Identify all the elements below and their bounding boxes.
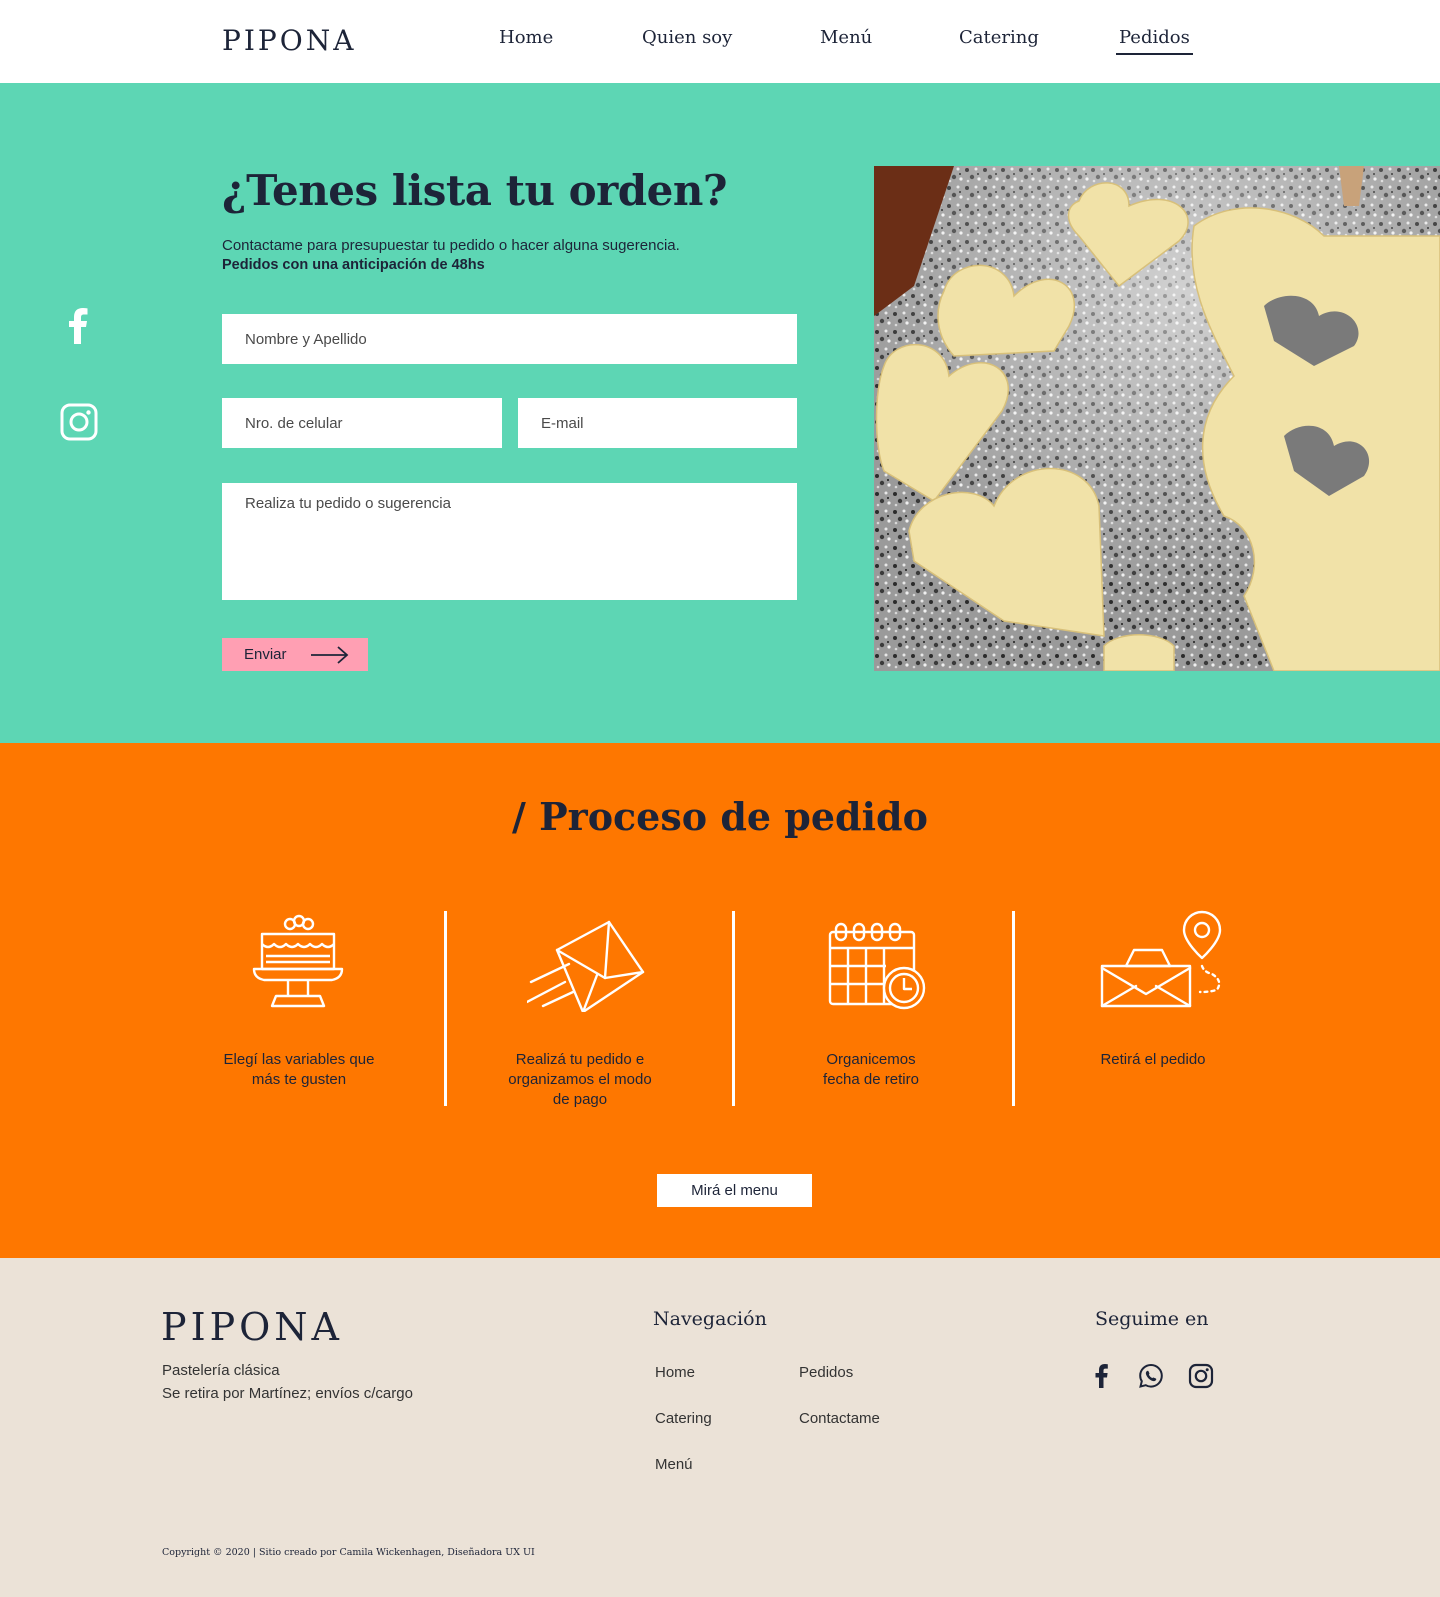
hero-lead-time: Pedidos con una anticipación de 48hs bbox=[222, 257, 485, 273]
step-divider bbox=[732, 911, 735, 1106]
instagram-icon[interactable] bbox=[1188, 1363, 1214, 1389]
step-2-line2: organizamos el modo bbox=[508, 1071, 652, 1088]
site-logo[interactable]: PIPONA bbox=[222, 24, 356, 57]
copyright-text: Copyright © 2020 | Sitio creado por Cami… bbox=[162, 1547, 535, 1558]
step-1-line2: más te gusten bbox=[251, 1071, 347, 1088]
cake-stand-icon bbox=[252, 914, 344, 1008]
phone-field[interactable] bbox=[222, 398, 502, 448]
step-2-label: Realizá tu pedido e organizamos el modo … bbox=[480, 1050, 680, 1110]
arrow-right-icon bbox=[311, 646, 349, 664]
step-divider bbox=[1012, 911, 1015, 1106]
step-2-line3: de pago bbox=[552, 1091, 608, 1108]
nav-quien-soy[interactable]: Quien soy bbox=[642, 27, 732, 48]
step-3-line2: fecha de retiro bbox=[823, 1071, 919, 1088]
email-field[interactable] bbox=[518, 398, 797, 448]
step-divider bbox=[444, 911, 447, 1106]
step-1-line1: Elegí las variables que bbox=[223, 1051, 375, 1068]
step-3-line1: Organicemos bbox=[826, 1051, 916, 1068]
footer-social-heading: Seguime en bbox=[1095, 1308, 1209, 1330]
nav-catering[interactable]: Catering bbox=[959, 27, 1039, 48]
flying-envelope-icon bbox=[527, 920, 645, 1012]
footer-link-pedidos[interactable]: Pedidos bbox=[799, 1364, 853, 1381]
whatsapp-icon[interactable] bbox=[1138, 1363, 1164, 1389]
step-4-line1: Retirá el pedido bbox=[1100, 1051, 1206, 1068]
step-4-label: Retirá el pedido bbox=[1053, 1050, 1253, 1070]
instagram-icon[interactable] bbox=[60, 403, 98, 441]
name-field[interactable] bbox=[222, 314, 797, 364]
footer-nav-heading: Navegación bbox=[653, 1308, 767, 1330]
view-menu-button[interactable]: Mirá el menu bbox=[657, 1174, 812, 1207]
hero-subtitle: Contactame para presupuestar tu pedido o… bbox=[222, 237, 680, 254]
facebook-icon[interactable] bbox=[63, 306, 95, 346]
nav-pedidos[interactable]: Pedidos bbox=[1116, 27, 1193, 55]
nav-menu[interactable]: Menú bbox=[820, 27, 872, 48]
step-2-line1: Realizá tu pedido e bbox=[515, 1051, 645, 1068]
footer-logo[interactable]: PIPONA bbox=[161, 1305, 343, 1349]
process-title: / Proceso de pedido bbox=[512, 794, 928, 839]
footer-link-menu[interactable]: Menú bbox=[655, 1456, 693, 1473]
footer-pickup-info: Se retira por Martínez; envíos c/cargo bbox=[162, 1385, 413, 1402]
footer-link-home[interactable]: Home bbox=[655, 1364, 695, 1381]
footer-description: Pastelería clásica bbox=[162, 1362, 280, 1379]
hero-title: ¿Tenes lista tu orden? bbox=[222, 166, 728, 215]
message-field[interactable] bbox=[222, 483, 797, 600]
send-button-label: Enviar bbox=[244, 646, 287, 663]
calendar-clock-icon bbox=[828, 922, 926, 1010]
facebook-icon[interactable] bbox=[1089, 1363, 1115, 1389]
footer-link-contactame[interactable]: Contactame bbox=[799, 1410, 880, 1427]
step-1-label: Elegí las variables que más te gusten bbox=[199, 1050, 399, 1090]
footer-link-catering[interactable]: Catering bbox=[655, 1410, 712, 1427]
nav-home[interactable]: Home bbox=[499, 27, 553, 48]
package-location-icon bbox=[1100, 910, 1222, 1008]
cookie-dough-photo bbox=[874, 166, 1440, 671]
site-header: PIPONA Home Quien soy Menú Catering Pedi… bbox=[0, 0, 1440, 83]
step-3-label: Organicemos fecha de retiro bbox=[771, 1050, 971, 1090]
